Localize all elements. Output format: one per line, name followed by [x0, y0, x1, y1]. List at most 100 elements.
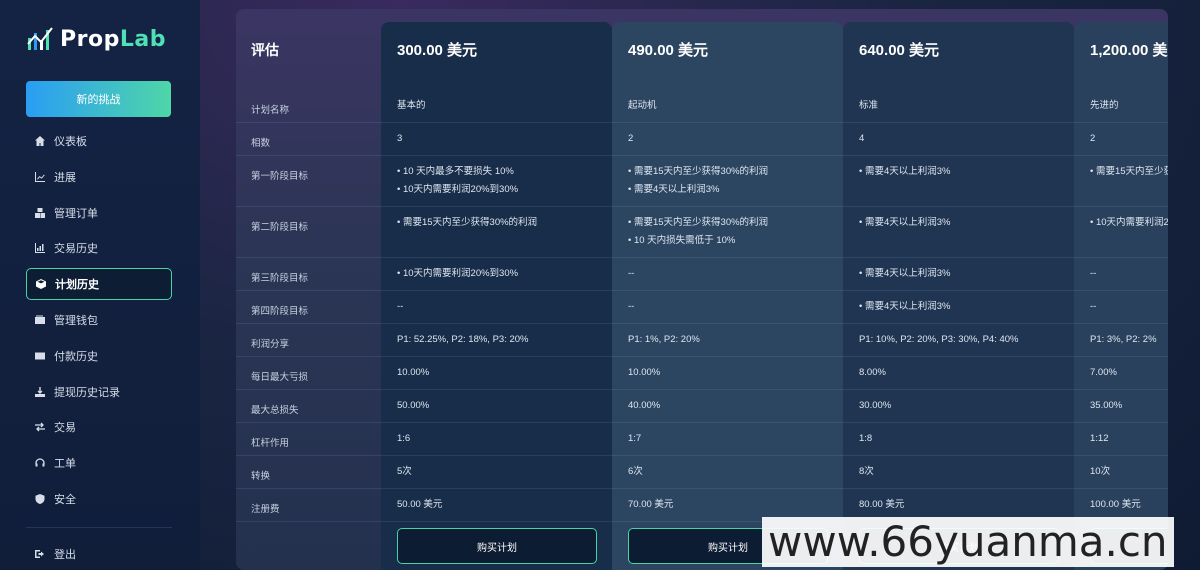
plan-cell-name: 基本的 [381, 90, 612, 123]
cell-value: 2 [1090, 133, 1096, 144]
cell-value: 10.00% [628, 367, 661, 378]
goal-line: 10天内需要利润20%到30% [397, 265, 612, 283]
plan-cell-phase2: 10天内需要利润20 [1074, 207, 1168, 258]
sidebar-item-0[interactable]: 仪表板 [26, 125, 172, 157]
sidebar-item-10[interactable]: 安全 [26, 483, 172, 515]
sidebar-item-4[interactable]: 计划历史 [26, 268, 172, 301]
goal-line: 10 天内最多不要损失 10% [397, 163, 612, 181]
plan-cell-phase2: 需要15天内至少获得30%的利润10 天内损失需低于 10% [612, 207, 843, 258]
sidebar-item-2[interactable]: 管理订单 [26, 197, 172, 229]
sidebar-item-3[interactable]: 交易历史 [26, 232, 172, 264]
cell-value: P1: 3%, P2: 2% [1090, 334, 1157, 345]
cell-value: 基本的 [397, 100, 426, 111]
home-icon [34, 135, 46, 147]
plan-cell-max_loss: 35.00% [1074, 390, 1168, 423]
cell-value: 5次 [397, 466, 412, 477]
sidebar-item-6[interactable]: 付款历史 [26, 340, 172, 372]
plan-cell-name: 先进的 [1074, 90, 1168, 123]
logout-icon [34, 548, 46, 560]
sidebar-item-7[interactable]: 提现历史记录 [26, 376, 172, 408]
plan-cell-phases: 2 [1074, 123, 1168, 156]
cell-value: 1:12 [1090, 433, 1109, 444]
buy-plan-button[interactable]: 购买计划 [397, 528, 597, 564]
cell-value: 80.00 美元 [859, 499, 905, 510]
cube-icon [35, 278, 47, 290]
shield-icon [34, 493, 46, 505]
row-label: 第三阶段目标 [236, 258, 381, 291]
logo-text: PropLab [60, 26, 166, 52]
boxes-icon [34, 207, 46, 219]
plan-cell-phases: 3 [381, 123, 612, 156]
plan-column-4: 1,200.00 美元先进的 2 需要15天内至少获 10天内需要利润20 -- -- P1… [1074, 22, 1168, 570]
sidebar-item-label: 进展 [54, 171, 76, 184]
label-column: 评估 计划名称 相数 第一阶段目标 第二阶段目标 第三阶段目标 第四阶段目标 利润分享 每日最大… [236, 9, 381, 570]
plan-price: 300.00 美元 [397, 42, 478, 59]
cell-value: 4 [859, 133, 865, 144]
plans-table: 评估 计划名称 相数 第一阶段目标 第二阶段目标 第三阶段目标 第四阶段目标 利润分享 每日最大… [236, 9, 1168, 570]
sidebar-divider [26, 527, 172, 528]
goal-line: 需要15天内至少获 [1090, 163, 1168, 181]
sidebar-item-label: 仪表板 [54, 136, 87, 148]
plan-cell-leverage: 1:6 [381, 423, 612, 456]
sidebar-item-1[interactable]: 进展 [26, 161, 172, 193]
plan-cell-phases: 2 [612, 123, 843, 156]
sidebar-item-label: 计划历史 [55, 279, 99, 292]
new-challenge-button[interactable]: 新的挑战 [26, 81, 171, 117]
bar-chart-icon [34, 242, 46, 254]
cell-value: 起动机 [628, 100, 657, 111]
row-label: 计划名称 [236, 90, 381, 123]
cell-value: 10.00% [397, 367, 430, 378]
cell-value: P1: 10%, P2: 20%, P3: 30%, P4: 40% [859, 334, 1019, 345]
row-label: 转换 [236, 456, 381, 489]
plan-cell-phase4: -- [1074, 291, 1168, 324]
cell-value: 1:6 [397, 433, 411, 444]
plan-cell-phase3: 10天内需要利润20%到30% [381, 258, 612, 291]
plan-cell-daily_loss: 10.00% [612, 357, 843, 390]
cell-value: 先进的 [1090, 100, 1119, 111]
sidebar-item-9[interactable]: 工单 [26, 447, 172, 479]
sidebar-item-5[interactable]: 管理钱包 [26, 304, 172, 336]
cell-value: 3 [397, 133, 403, 144]
cell-value: 35.00% [1090, 400, 1123, 411]
plan-cell-daily_loss: 10.00% [381, 357, 612, 390]
plan-cell-daily_loss: 8.00% [843, 357, 1074, 390]
plan-cell-profit_share: P1: 10%, P2: 20%, P3: 30%, P4: 40% [843, 324, 1074, 357]
goal-line: 需要4天以上利润3% [859, 298, 1074, 316]
plan-cell-phase4: 需要4天以上利润3% [843, 291, 1074, 324]
plan-cell-phase1: 需要15天内至少获得30%的利润需要4天以上利润3% [612, 156, 843, 207]
cell-value: 40.00% [628, 400, 661, 411]
plan-cell-profit_share: P1: 52.25%, P2: 18%, P3: 20% [381, 324, 612, 357]
cell-value: 8.00% [859, 367, 886, 378]
watermark: www.66yuanma.cn [762, 517, 1174, 567]
logout-button[interactable]: 登出 [26, 540, 172, 568]
plan-cell-phase3: 需要4天以上利润3% [843, 258, 1074, 291]
row-label: 第一阶段目标 [236, 156, 381, 207]
credit-card-icon [34, 350, 46, 362]
plan-cell-conversion: 8次 [843, 456, 1074, 489]
row-label: 第四阶段目标 [236, 291, 381, 324]
logo[interactable]: PropLab [26, 24, 166, 54]
cell-value: 8次 [859, 466, 874, 477]
plan-cell-phase2: 需要15天内至少获得30%的利润 [381, 207, 612, 258]
plan-column-1: 300.00 美元基本的 3 10 天内最多不要损失 10% 10天内需要利润20%到… [381, 22, 612, 570]
cell-value: 7.00% [1090, 367, 1117, 378]
plan-cell-phase4: -- [381, 291, 612, 324]
goal-line: 需要4天以上利润3% [859, 163, 1074, 181]
sidebar-item-label: 管理钱包 [54, 314, 98, 327]
cell-value: 50.00 美元 [397, 499, 443, 510]
row-label: 每日最大亏损 [236, 357, 381, 390]
sidebar-item-label: 管理订单 [54, 207, 98, 220]
sidebar-item-8[interactable]: 交易 [26, 411, 172, 443]
plan-price: 640.00 美元 [859, 42, 940, 59]
plan-cell-phase2: 需要4天以上利润3% [843, 207, 1074, 258]
cell-value: 6次 [628, 466, 643, 477]
cell-value: 标准 [859, 100, 879, 111]
plan-cell-name: 标准 [843, 90, 1074, 123]
sidebar-item-label: 安全 [54, 493, 76, 506]
sidebar-item-label: 付款历史 [54, 350, 98, 363]
plan-cell-daily_loss: 7.00% [1074, 357, 1168, 390]
plan-cell-phase1: 需要4天以上利润3% [843, 156, 1074, 207]
cell-value: -- [628, 268, 635, 279]
logo-icon [27, 27, 53, 50]
sidebar-item-label: 交易 [54, 422, 76, 435]
